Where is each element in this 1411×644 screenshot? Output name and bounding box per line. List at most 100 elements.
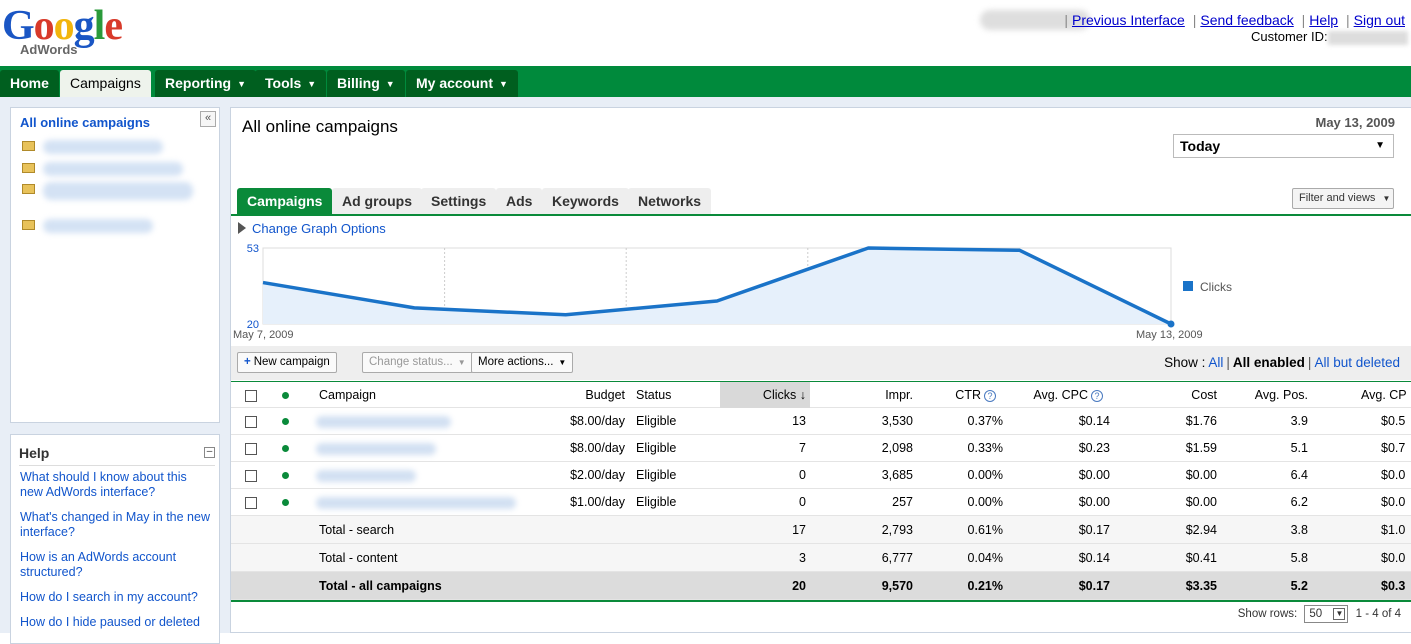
col-ctr[interactable]: CTR?	[921, 382, 996, 409]
campaign-name-redacted[interactable]	[316, 470, 416, 482]
table-row[interactable]: $8.00/day Eligible 7 2,098 0.33% $0.23 $…	[231, 435, 1411, 462]
help-icon[interactable]: ?	[984, 390, 996, 402]
tab-settings[interactable]: Settings	[421, 188, 497, 214]
help-link[interactable]: Help	[1309, 12, 1338, 28]
total-clicks: 17	[792, 523, 806, 537]
col-campaign[interactable]: Campaign	[319, 382, 376, 409]
collapse-sidebar-button[interactable]: «	[200, 111, 216, 127]
campaign-tree-item[interactable]	[43, 219, 153, 233]
col-budget[interactable]: Budget	[561, 382, 625, 409]
tab-ad-groups[interactable]: Ad groups	[332, 188, 422, 214]
cell-impr: 257	[892, 495, 913, 509]
total-clicks: 20	[792, 579, 806, 593]
nav-my-account[interactable]: My account ▼	[406, 70, 518, 97]
help-link-whats-changed[interactable]: What's changed in May in the new interfa…	[20, 510, 210, 540]
chevron-down-icon: ▼	[1375, 140, 1385, 151]
nav-home[interactable]: Home	[0, 70, 59, 97]
row-checkbox[interactable]	[245, 443, 257, 455]
row-checkbox[interactable]	[245, 416, 257, 428]
cell-avg-pos: 3.9	[1290, 414, 1308, 428]
nav-tools[interactable]: Tools ▼	[255, 70, 327, 97]
nav-tools-label: Tools	[265, 75, 302, 91]
cell-avg-cpm: $0.0	[1381, 468, 1406, 482]
customer-id-label: Customer ID:	[1251, 29, 1328, 44]
more-actions-label: More actions...	[478, 356, 554, 368]
help-icon[interactable]: ?	[1091, 390, 1103, 402]
send-feedback-link[interactable]: Send feedback	[1200, 12, 1293, 28]
change-graph-options[interactable]: Change Graph Options	[238, 221, 386, 236]
show-all-link[interactable]: All	[1208, 355, 1223, 370]
table-toolbar: + New campaign Change status... ▼ More act…	[231, 346, 1411, 380]
select-all-checkbox[interactable]	[245, 390, 257, 402]
more-actions-button[interactable]: More actions... ▼	[471, 352, 574, 373]
campaign-name-redacted[interactable]	[316, 416, 451, 428]
rows-per-page-select[interactable]: 50 ▼	[1304, 605, 1349, 623]
tab-campaigns[interactable]: Campaigns	[237, 188, 333, 214]
col-clicks[interactable]: Clicks ↓	[731, 382, 806, 409]
show-all-enabled[interactable]: All enabled	[1233, 355, 1305, 370]
help-link-hide-paused[interactable]: How do I hide paused or deleted	[20, 615, 210, 630]
help-link-account-structure[interactable]: How is an AdWords account structured?	[20, 550, 210, 580]
campaign-tree-item[interactable]	[43, 140, 163, 154]
cell-clicks: 0	[799, 495, 806, 509]
cell-cost: $1.59	[1185, 441, 1217, 455]
filter-and-views-button[interactable]: Filter and views ▼	[1292, 188, 1394, 209]
col-avg-pos[interactable]: Avg. Pos.	[1221, 382, 1308, 409]
row-checkbox[interactable]	[245, 470, 257, 482]
campaign-tree-item[interactable]	[43, 182, 193, 200]
customer-id: Customer ID:	[1251, 29, 1408, 45]
cell-avg-cpc: $0.23	[1078, 441, 1110, 455]
date-range-select[interactable]: Today ▼	[1173, 134, 1394, 158]
cell-status: Eligible	[636, 441, 677, 455]
adwords-sublabel: AdWords	[20, 42, 78, 57]
table-row[interactable]: $8.00/day Eligible 13 3,530 0.37% $0.14 …	[231, 408, 1411, 435]
show-label: Show :	[1164, 355, 1206, 370]
help-link-new-interface[interactable]: What should I know about this new AdWord…	[20, 470, 210, 500]
new-campaign-button[interactable]: + New campaign	[237, 352, 337, 373]
row-checkbox[interactable]	[245, 497, 257, 509]
change-status-button[interactable]: Change status... ▼	[362, 352, 473, 373]
table-row[interactable]: $1.00/day Eligible 0 257 0.00% $0.00 $0.…	[231, 489, 1411, 516]
tab-keywords[interactable]: Keywords	[542, 188, 629, 214]
nav-billing[interactable]: Billing ▼	[327, 70, 405, 97]
all-campaigns-link[interactable]: All online campaigns	[20, 115, 150, 130]
tab-networks[interactable]: Networks	[628, 188, 712, 214]
col-avg-cpm[interactable]: Avg. CP	[1341, 382, 1411, 409]
change-status-label: Change status...	[369, 356, 453, 368]
y-tick-label: 53	[247, 243, 259, 255]
minimize-help-button[interactable]: –	[204, 447, 215, 458]
col-clicks-label: Clicks	[762, 388, 797, 402]
current-date: May 13, 2009	[1315, 115, 1395, 130]
status-dot-icon	[282, 418, 289, 425]
row-range: 1 - 4 of 4	[1355, 608, 1401, 621]
nav-reporting-label: Reporting	[165, 75, 232, 91]
customer-id-redacted	[1327, 30, 1408, 45]
cell-avg-cpc: $0.00	[1078, 468, 1110, 482]
cell-cost: $1.76	[1185, 414, 1217, 428]
page-title: All online campaigns	[242, 117, 398, 136]
sign-out-link[interactable]: Sign out	[1354, 12, 1405, 28]
nav-reporting[interactable]: Reporting ▼	[155, 70, 257, 97]
col-impr[interactable]: Impr.	[831, 382, 913, 409]
campaign-tree-item[interactable]	[43, 162, 183, 176]
campaign-name-redacted[interactable]	[316, 497, 516, 509]
help-link-search[interactable]: How do I search in my account?	[20, 590, 210, 605]
folder-icon	[22, 184, 35, 194]
tab-ads[interactable]: Ads	[496, 188, 543, 214]
adwords-logo[interactable]: Google AdWords	[2, 4, 147, 60]
total-avg-cpm: $1.0	[1381, 523, 1406, 537]
total-label: Total - content	[319, 551, 398, 565]
campaign-tree-panel: All online campaigns «	[10, 107, 220, 423]
col-avg-cpc[interactable]: Avg. CPC?	[1001, 382, 1103, 409]
cell-ctr: 0.00%	[967, 495, 1003, 509]
x-tick-label: May 7, 2009	[233, 329, 294, 341]
previous-interface-link[interactable]: Previous Interface	[1072, 12, 1185, 28]
col-cost[interactable]: Cost	[1131, 382, 1217, 409]
col-status[interactable]: Status	[636, 382, 671, 409]
campaign-name-redacted[interactable]	[316, 443, 436, 455]
cell-cost: $0.00	[1185, 468, 1217, 482]
show-all-but-deleted-link[interactable]: All but deleted	[1314, 355, 1400, 370]
table-row[interactable]: $2.00/day Eligible 0 3,685 0.00% $0.00 $…	[231, 462, 1411, 489]
cell-status: Eligible	[636, 414, 677, 428]
nav-campaigns[interactable]: Campaigns	[60, 70, 151, 97]
